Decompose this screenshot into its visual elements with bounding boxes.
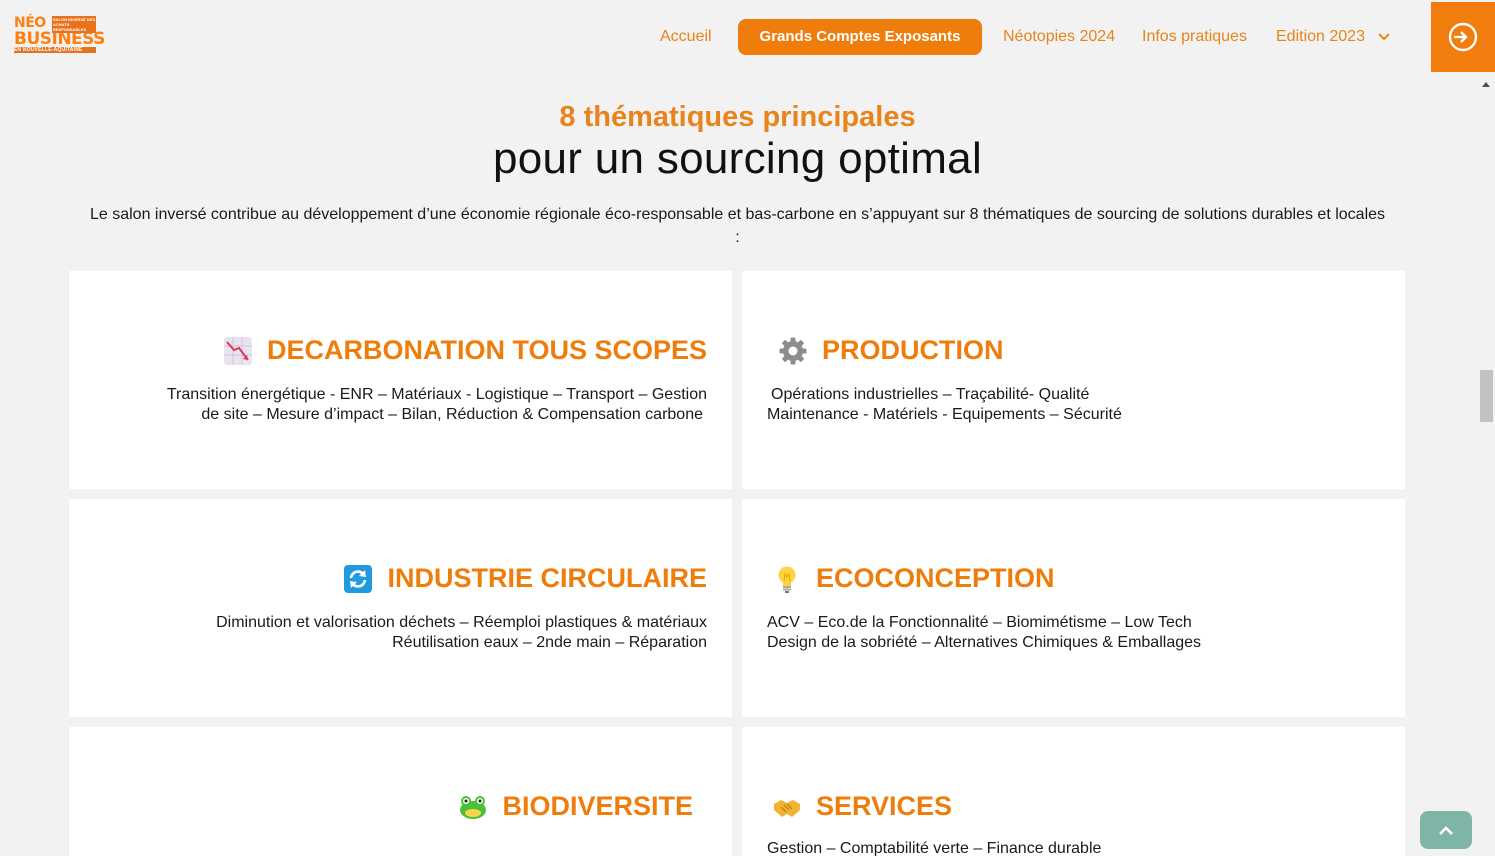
card-title-text: BIODIVERSITE xyxy=(502,791,693,821)
card-title-text: SERVICES xyxy=(816,791,953,821)
theme-card-ecoconception: ECOCONCEPTION ACV – Eco.de la Fonctionna… xyxy=(742,499,1405,717)
card-desc-line: Design de la sobriété – Alternatives Chi… xyxy=(767,634,1202,651)
card-desc-line: Transition énergétique - ENR – Matériaux… xyxy=(166,386,707,403)
section-title-black: pour un sourcing optimal xyxy=(492,134,983,183)
nav-infos-pratiques[interactable]: Infos pratiques xyxy=(1142,19,1247,55)
handshake-icon xyxy=(774,799,800,817)
card-desc-ecoconception: ACV – Eco.de la Fonctionnalité – Biomimé… xyxy=(767,613,1367,653)
chevron-up-icon xyxy=(1439,826,1453,835)
login-arrow-icon xyxy=(1448,22,1478,52)
card-title-text: INDUSTRIE CIRCULAIRE xyxy=(387,563,707,593)
nav-edition-dropdown[interactable]: Edition 2023 xyxy=(1276,19,1391,55)
card-desc-line: Gestion – Comptabilité verte – Finance d… xyxy=(767,840,1102,856)
card-title-text: PRODUCTION xyxy=(822,335,1004,365)
nav-neotopies[interactable]: Néotopies 2024 xyxy=(1003,19,1115,55)
light-bulb-icon xyxy=(778,566,796,593)
card-desc-services: Gestion – Comptabilité verte – Finance d… xyxy=(767,839,1367,856)
nav-accueil[interactable]: Accueil xyxy=(660,19,712,55)
gear-icon xyxy=(779,337,807,364)
card-desc-line: Réutilisation eaux – 2nde main – Réparat… xyxy=(392,634,707,651)
login-button[interactable] xyxy=(1431,2,1495,72)
card-title-biodiversite: BIODIVERSITE xyxy=(458,791,693,822)
card-desc-line: Diminution et valorisation déchets – Rée… xyxy=(216,614,707,631)
card-title-ecoconception: ECOCONCEPTION xyxy=(772,563,1055,594)
frog-icon xyxy=(460,795,487,819)
card-title-industrie-circulaire: INDUSTRIE CIRCULAIRE xyxy=(343,563,707,594)
section-title-orange: 8 thématiques principales xyxy=(559,101,916,133)
scroll-up-arrow-icon[interactable] xyxy=(1482,82,1490,87)
section-intro: Le salon inversé contribue au développem… xyxy=(89,206,1386,246)
recycle-arrows-icon xyxy=(344,564,373,593)
nav-edition-label: Edition 2023 xyxy=(1276,28,1365,45)
site-header: NÉO BUSINESS EN NOUVELLE-AQUITAINE SALON… xyxy=(0,0,1495,74)
card-title-production: PRODUCTION xyxy=(778,335,1004,366)
card-desc-industrie-circulaire: Diminution et valorisation déchets – Rée… xyxy=(107,613,707,653)
card-desc-line: Opérations industrielles – Traçabilité- … xyxy=(771,386,1090,403)
nav-grands-comptes-button[interactable]: Grands Comptes Exposants xyxy=(738,19,982,55)
card-title-text: ECOCONCEPTION xyxy=(816,563,1055,593)
theme-card-decarbonation: DECARBONATION TOUS SCOPES Transition éne… xyxy=(69,271,732,489)
card-desc-production: Opérations industrielles – Traçabilité- … xyxy=(767,385,1367,425)
card-desc-line: ACV – Eco.de la Fonctionnalité – Biomimé… xyxy=(767,614,1192,631)
neo-business-logo[interactable]: NÉO BUSINESS EN NOUVELLE-AQUITAINE SALON… xyxy=(14,15,105,55)
logo-tag: SALON INVERSÉ DES ACHATS RESPONSABLES xyxy=(52,16,96,33)
card-title-text: DECARBONATION TOUS SCOPES xyxy=(266,335,707,365)
card-title-services: SERVICES xyxy=(772,791,952,822)
card-desc-decarbonation: Transition énergétique - ENR – Matériaux… xyxy=(107,385,707,425)
theme-card-biodiversite: BIODIVERSITE xyxy=(69,727,732,856)
logo-line2: BUSINESS xyxy=(14,29,105,49)
scroll-thumb[interactable] xyxy=(1480,370,1493,422)
theme-card-industrie-circulaire: INDUSTRIE CIRCULAIRE Diminution et valor… xyxy=(69,499,732,717)
chevron-down-icon xyxy=(1378,33,1391,41)
card-title-decarbonation: DECARBONATION TOUS SCOPES xyxy=(223,335,707,366)
page-scrollbar[interactable] xyxy=(1478,74,1495,856)
card-desc-line: de site – Mesure d’impact – Bilan, Réduc… xyxy=(201,406,703,423)
theme-card-production: PRODUCTION Opérations industrielles – Tr… xyxy=(742,271,1405,489)
theme-card-services: SERVICES Gestion – Comptabilité verte – … xyxy=(742,727,1405,856)
card-desc-line: Maintenance - Matériels - Equipements – … xyxy=(767,406,1122,423)
chart-decreasing-icon xyxy=(223,336,252,365)
back-to-top-button[interactable] xyxy=(1420,811,1472,849)
